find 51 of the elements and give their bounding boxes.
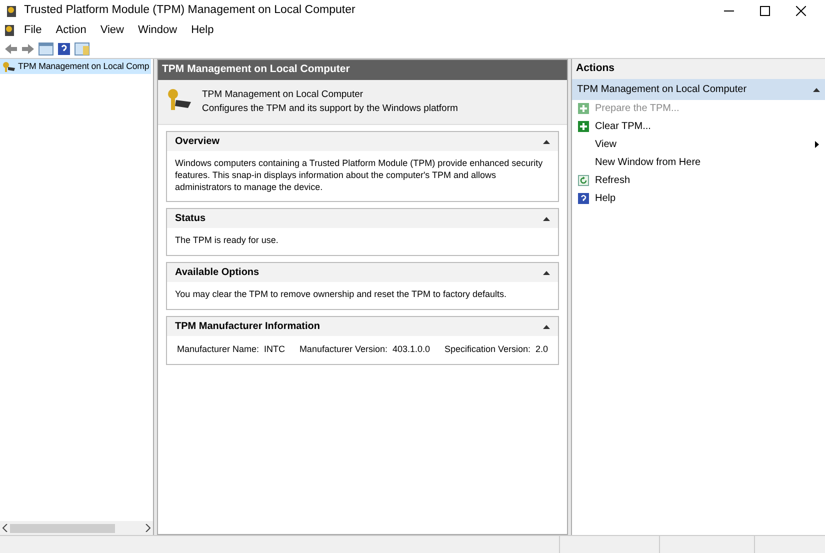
pane-header: TPM Management on Local Computer [158, 60, 567, 80]
info-field: Manufacturer Name: INTC [177, 342, 286, 356]
help-icon [578, 193, 589, 204]
add-icon [578, 103, 589, 114]
caret-icon [543, 270, 550, 275]
menu-item[interactable]: View [94, 23, 130, 38]
submenu-arrow-icon [815, 141, 819, 148]
actions-pane-link[interactable]: Clear TPM... [572, 118, 825, 136]
menu-item[interactable]: Window [132, 23, 184, 38]
section-text: You may clear the TPM to remove ownership and reset the TPM to factory defaults. [174, 288, 508, 301]
scroll-right-icon[interactable] [145, 524, 151, 532]
section-header[interactable]: Available Options [167, 263, 558, 282]
intro-title: TPM Management on Local Computer [202, 88, 364, 102]
menu-item[interactable]: Help [185, 23, 220, 38]
scrollbar-thumb[interactable] [10, 524, 115, 532]
actions-header: Actions [572, 59, 825, 79]
caret-icon [543, 216, 550, 222]
action-pane-button[interactable] [74, 42, 90, 56]
section-header[interactable]: Overview [167, 132, 558, 152]
actions-pane-link[interactable]: View [572, 136, 825, 154]
menu-item[interactable]: File [18, 23, 48, 38]
window-title: Trusted Platform Module (TPM) Management on Local Computer [24, 3, 356, 18]
key-chip-icon [2, 60, 16, 73]
action-group-header[interactable]: TPM Management on Local Computer [572, 78, 825, 100]
section-text: The TPM is ready for use. [174, 234, 280, 248]
actions-pane-link[interactable]: New Window from Here [572, 154, 825, 172]
help-button[interactable] [57, 42, 71, 56]
back-button[interactable] [4, 42, 18, 54]
app-icon [6, 4, 18, 18]
console-tree-button[interactable] [38, 42, 54, 56]
caret-icon [543, 139, 550, 144]
caret-icon [813, 86, 820, 92]
add-icon [578, 121, 589, 132]
section-text: Windows computers containing a Trusted Platform Module (TPM) provide enhanced security features. This snap-in displays information about the computer's TPM and allows administrators to manage the device. [174, 157, 544, 194]
section-header[interactable]: TPM Manufacturer Information [167, 316, 558, 336]
tree-item[interactable]: TPM Management on Local Comp [0, 59, 152, 74]
app-icon [4, 24, 16, 37]
close-icon [796, 6, 806, 16]
actions-pane-link[interactable]: Refresh [572, 172, 825, 190]
menu-item[interactable]: Action [50, 23, 92, 38]
intro-description: Configures the TPM and its support by the Windows platform [202, 102, 458, 116]
key-chip-icon [166, 88, 192, 112]
info-field: Manufacturer Version: 403.1.0.0 [299, 342, 430, 356]
caret-icon [543, 324, 550, 329]
maximize-icon [760, 6, 770, 16]
refresh-icon [578, 175, 589, 186]
forward-button[interactable] [21, 42, 35, 54]
actions-pane-link[interactable]: Help [572, 190, 825, 208]
section-header[interactable]: Status [167, 209, 558, 228]
scroll-left-icon[interactable] [2, 524, 8, 532]
info-field: Specification Version: 2.0 [444, 342, 548, 356]
